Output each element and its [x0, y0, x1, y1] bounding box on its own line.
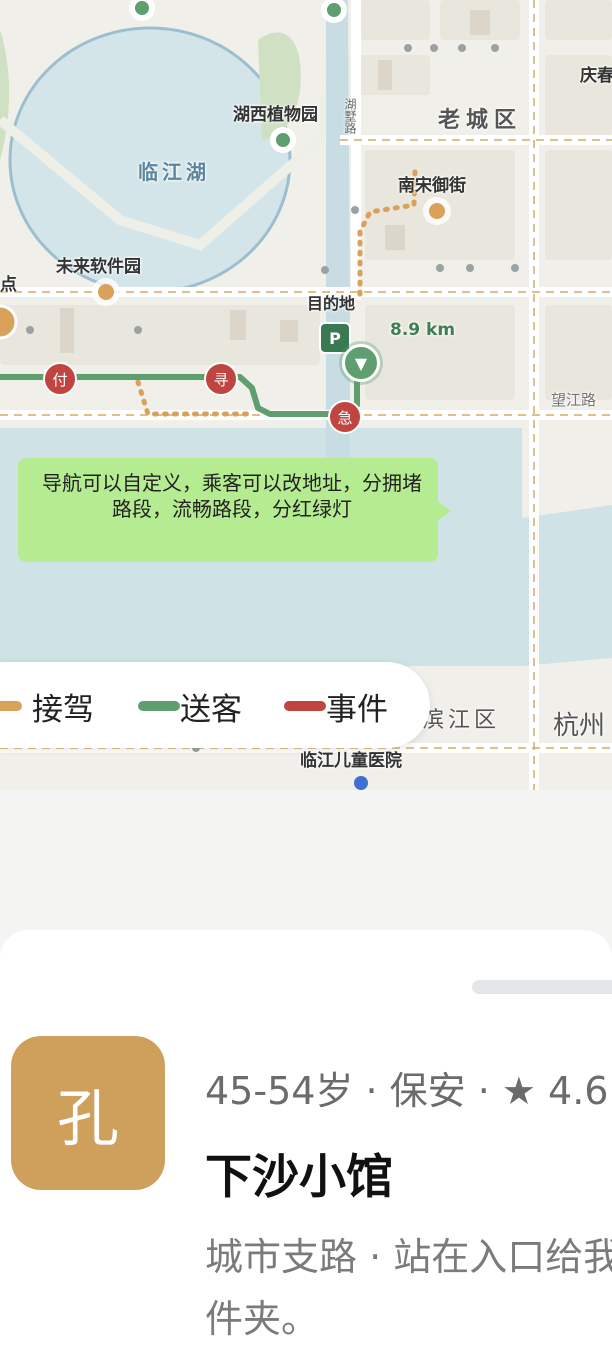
road-label-wangjiang: 望江路 [551, 391, 597, 409]
legend-label-delivery: 送客 [180, 692, 242, 728]
hospital-label: 临江儿童医院 [300, 751, 402, 771]
software-park-label: 未来软件园 [56, 257, 141, 277]
app-screen: 付 寻 急 P ▼ 临江湖 湖西植物园 老城区 南宋御街 未来软件园 目的地 8… [0, 0, 612, 1364]
passenger-card-sheet[interactable]: 孔 45-54岁 · 保安 · ★ 4.6 下沙小馆 城市支路 · 站在入口给我… [0, 930, 612, 1364]
event-marker-pay[interactable]: 付 [43, 362, 77, 396]
callout-tail [437, 501, 451, 521]
route-legend: 接驾 送客 事件 [0, 662, 430, 748]
legend-swatch-delivery [138, 701, 180, 711]
district-label-old-town: 老城区 [438, 108, 523, 133]
legend-label-pickup: 接驾 [32, 692, 94, 728]
callout-bubble: 导航可以自定义，乘客可以改地址，分拥堵路段，流畅路段，分红绿灯 [18, 458, 438, 562]
map-divider-area [0, 790, 612, 930]
city-label-hangzhou: 杭州 [553, 711, 606, 741]
start-point-label: 点 [0, 275, 17, 295]
botanical-garden-label: 湖西植物园 [233, 105, 318, 125]
road-label-lake: 湖墅路 [343, 98, 357, 134]
place-description: 城市支路 · 站在入口给我发文件夹。 [205, 1235, 612, 1341]
district-label-binjiang: 滨江区 [422, 708, 501, 733]
destination-label: 目的地 [307, 294, 356, 313]
legend-swatch-pickup [0, 701, 22, 711]
distance-label: 8.9 km [390, 320, 456, 340]
song-street-label: 南宋御街 [398, 176, 466, 196]
event-marker-urgent[interactable]: 急 [328, 400, 362, 434]
event-marker-seek[interactable]: 寻 [204, 362, 238, 396]
passenger-meta: 45-54岁 · 保安 · ★ 4.6 [205, 1069, 609, 1113]
avatar: 孔 [11, 1036, 165, 1190]
navigation-arrow-icon[interactable]: ▼ [342, 344, 380, 382]
place-name: 下沙小馆 [205, 1150, 393, 1205]
map-view[interactable]: 付 寻 急 P ▼ 临江湖 湖西植物园 老城区 南宋御街 未来软件园 目的地 8… [0, 0, 612, 790]
sheet-drag-handle[interactable] [472, 980, 612, 994]
legend-swatch-event [284, 701, 326, 711]
lake-label: 临江湖 [138, 160, 210, 184]
legend-label-event: 事件 [326, 692, 388, 728]
qingchun-label: 庆春 [580, 66, 612, 86]
